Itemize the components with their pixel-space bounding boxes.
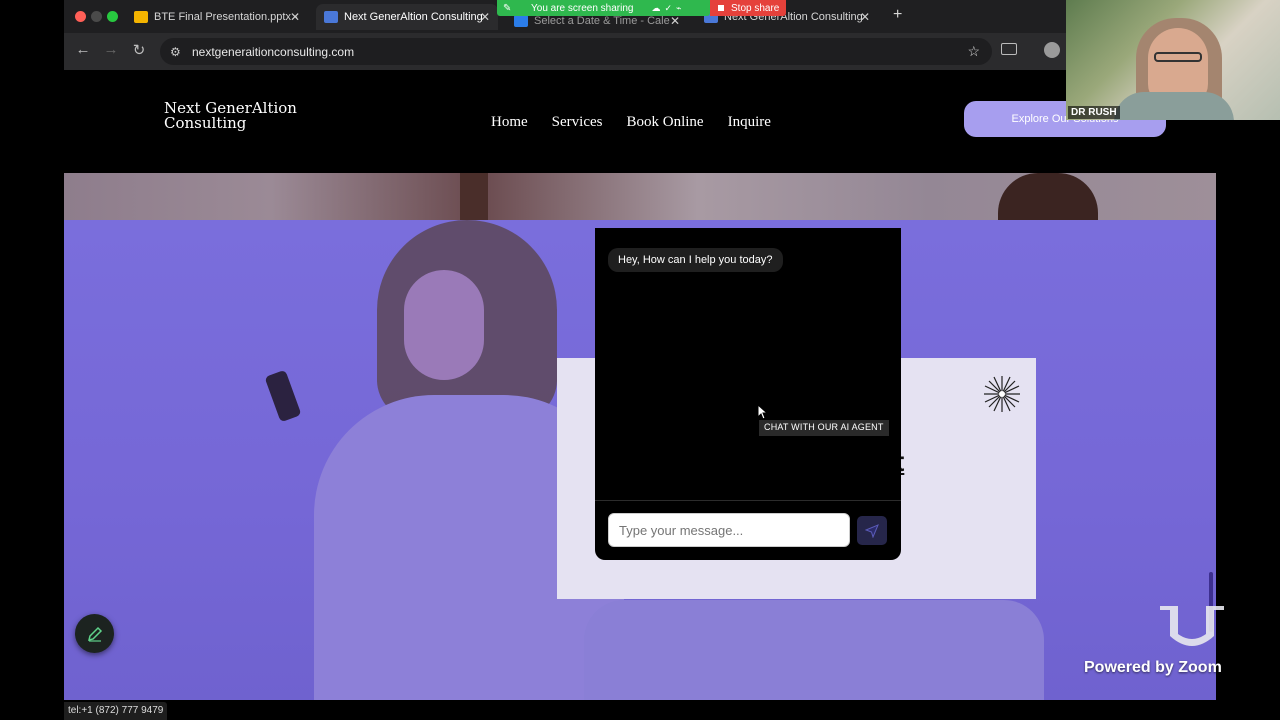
participant-name-label: DR RUSH xyxy=(1068,106,1120,119)
chat-divider xyxy=(595,500,901,501)
main-nav: Home Services Book Online Inquire xyxy=(491,114,795,131)
powered-by-zoom-label: Powered by Zoom xyxy=(1084,659,1222,676)
site-header: Next GenerAltion Consulting Home Service… xyxy=(64,70,1216,173)
nav-book-online[interactable]: Book Online xyxy=(627,114,704,131)
link-status-bar: tel:+1 (872) 777 9479 xyxy=(64,702,168,720)
send-icon xyxy=(865,523,879,538)
tab-title: Next GenerAltion Consulting xyxy=(344,11,483,23)
chat-send-button[interactable] xyxy=(857,516,887,545)
close-window-button[interactable] xyxy=(75,11,86,22)
zoom-share-icon: ✎ xyxy=(503,2,512,14)
chat-agent-tooltip: CHAT WITH OUR AI AGENT xyxy=(759,420,889,436)
participant-shoulders xyxy=(1114,92,1234,120)
site-favicon-icon xyxy=(324,11,338,23)
tab-presentation[interactable]: BTE Final Presentation.pptx - ✕ xyxy=(126,4,308,30)
site-settings-icon[interactable]: ⚙ xyxy=(170,45,184,59)
slides-icon xyxy=(134,11,148,23)
maximize-window-button[interactable] xyxy=(107,11,118,22)
stop-share-button[interactable]: Stop share xyxy=(710,0,786,16)
stop-square-icon xyxy=(718,5,724,11)
close-tab-icon[interactable]: ✕ xyxy=(480,10,490,24)
back-arrow-icon[interactable]: ← xyxy=(73,41,93,58)
new-tab-icon[interactable]: + xyxy=(893,6,902,24)
tab-consulting-active[interactable]: Next GenerAltion Consulting ✕ xyxy=(316,4,498,30)
screen-share-label: You are screen sharing xyxy=(531,2,634,14)
edit-button[interactable] xyxy=(75,614,114,653)
chat-widget: Hey, How can I help you today? xyxy=(595,228,901,560)
share-status-icons: ☁✓⌁ xyxy=(651,2,686,13)
calendar-icon xyxy=(514,15,528,27)
pencil-icon xyxy=(87,626,102,642)
strip-figure xyxy=(998,173,1098,220)
profile-avatar-icon[interactable] xyxy=(1044,42,1060,58)
close-tab-icon[interactable]: ✕ xyxy=(290,10,300,24)
tab-title: Select a Date & Time - Cale xyxy=(534,15,670,27)
site-logo[interactable]: Next GenerAltion Consulting xyxy=(164,101,297,131)
reload-icon[interactable]: ↻ xyxy=(129,41,149,59)
hero-phone xyxy=(264,369,302,423)
brand-line-2: Consulting xyxy=(164,114,247,132)
chat-greeting-bubble: Hey, How can I help you today? xyxy=(608,248,783,272)
dandelion-icon xyxy=(984,376,1020,412)
hero-background-figure xyxy=(584,600,1044,700)
url-text: nextgeneraitionconsulting.com xyxy=(192,44,355,59)
chat-message-input[interactable] xyxy=(608,513,850,547)
cast-icon[interactable] xyxy=(1001,43,1017,55)
hero-person-face xyxy=(404,270,484,380)
hero-top-image-strip xyxy=(64,173,1216,220)
nav-services[interactable]: Services xyxy=(552,114,603,131)
university-u-logo-icon xyxy=(1160,606,1224,646)
participant-video-thumbnail[interactable] xyxy=(1066,0,1280,120)
nav-home[interactable]: Home xyxy=(491,114,528,131)
address-bar[interactable]: ⚙ nextgeneraitionconsulting.com ☆ xyxy=(160,38,992,65)
mouse-cursor-icon xyxy=(757,404,769,420)
stop-share-label: Stop share xyxy=(731,2,780,14)
forward-arrow-icon[interactable]: → xyxy=(101,41,121,58)
participant-glasses xyxy=(1154,52,1202,62)
bookmark-star-icon[interactable]: ☆ xyxy=(967,43,980,60)
toolbar: ← → ↻ ⚙ nextgeneraitionconsulting.com ☆ xyxy=(64,33,1066,70)
tab-title: BTE Final Presentation.pptx - xyxy=(154,11,298,23)
minimize-window-button[interactable] xyxy=(91,11,102,22)
screen-share-indicator: ✎ You are screen sharing ☁✓⌁ xyxy=(497,0,710,16)
close-tab-icon[interactable]: ✕ xyxy=(670,14,680,28)
nav-inquire[interactable]: Inquire xyxy=(728,114,771,131)
strip-shadow xyxy=(460,173,488,220)
close-tab-icon[interactable]: ✕ xyxy=(860,10,870,24)
